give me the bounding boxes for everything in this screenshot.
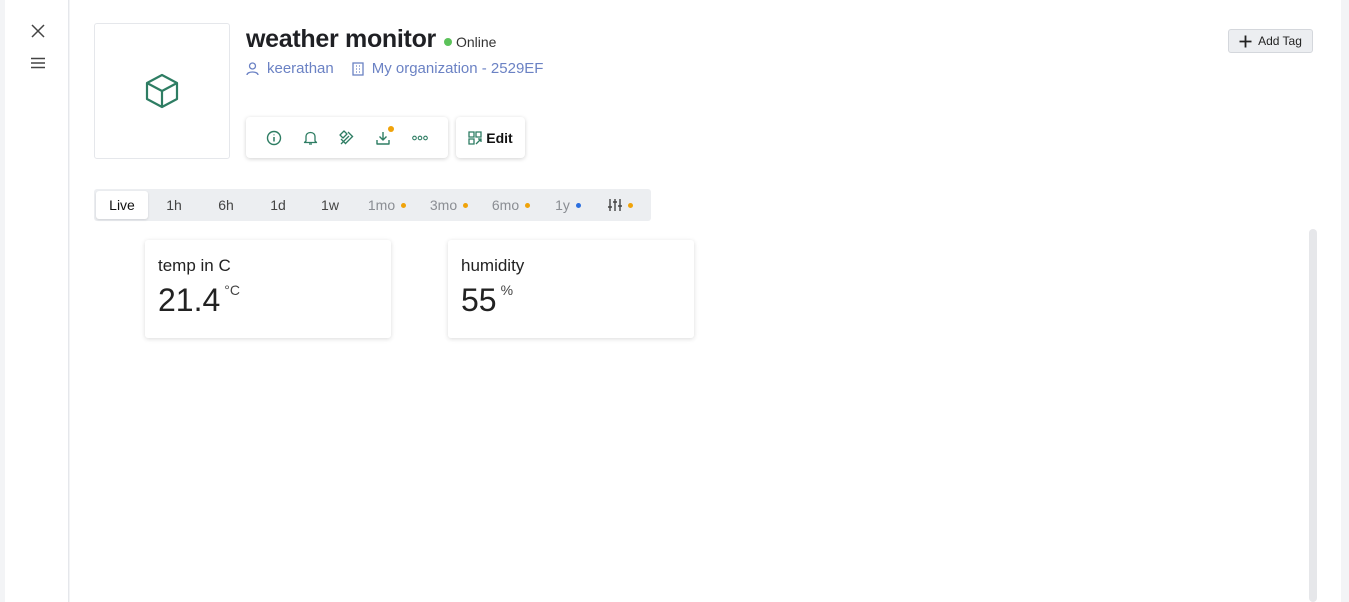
tab-live[interactable]: Live: [96, 191, 148, 219]
download-button[interactable]: [370, 125, 396, 151]
title-row: weather monitor Online: [246, 25, 496, 54]
tab-label: 1d: [270, 197, 286, 213]
tab-6h[interactable]: 6h: [200, 191, 252, 219]
widget-value: 21.4: [158, 282, 221, 318]
widget-card[interactable]: temp in C 21.4 °C: [145, 240, 391, 338]
organization-name: My organization - 2529EF: [371, 60, 544, 77]
status-label: Online: [455, 33, 497, 50]
widget-unit: %: [500, 282, 514, 298]
status-badge: Online: [443, 33, 497, 50]
tab-custom-range[interactable]: [594, 191, 646, 219]
time-range-selector: Live 1h 6h 1d 1w 1mo 3mo 6mo 1y: [94, 189, 651, 221]
user-icon: [246, 61, 259, 75]
download-badge: [388, 125, 395, 132]
cube-icon: [145, 73, 179, 109]
tab-dot: [627, 202, 633, 208]
info-button[interactable]: [261, 125, 287, 151]
device-actions: [246, 117, 448, 158]
tab-label: Live: [109, 197, 135, 213]
tab-label: 3mo: [429, 197, 458, 213]
tab-label: 1h: [166, 197, 182, 213]
close-icon[interactable]: [29, 22, 47, 40]
device-meta: keerathan My organization - 2529EF: [246, 60, 543, 77]
owner-link[interactable]: keerathan: [246, 60, 334, 77]
tab-1mo[interactable]: 1mo: [356, 191, 418, 219]
tab-label: 6mo: [491, 197, 520, 213]
left-rail: [5, 0, 69, 602]
tab-label: 1mo: [367, 197, 396, 213]
add-tag-label: Add Tag: [1258, 34, 1302, 48]
tab-3mo[interactable]: 3mo: [418, 191, 480, 219]
scrollbar[interactable]: [1309, 229, 1317, 602]
tools-icon: [339, 129, 354, 144]
sliders-icon: [607, 199, 622, 211]
widget-value: 55: [461, 282, 497, 318]
tab-1y[interactable]: 1y: [542, 191, 594, 219]
tab-dot: [575, 202, 581, 208]
tab-label: 1w: [321, 197, 339, 213]
info-icon: [266, 130, 282, 145]
device-title: weather monitor: [246, 25, 436, 53]
owner-name: keerathan: [267, 60, 334, 77]
device-panel: weather monitor Online keerathan My orga…: [70, 0, 1341, 602]
tab-dot: [525, 202, 531, 208]
more-icon: [411, 135, 428, 140]
widget-unit: °C: [224, 282, 240, 298]
online-dot: [443, 37, 452, 46]
dashboard-edit-icon: [468, 130, 482, 145]
widget-title: humidity: [461, 256, 525, 275]
widget-title: temp in C: [158, 256, 231, 275]
tab-label: 6h: [218, 197, 234, 213]
tab-label: 1y: [555, 197, 570, 213]
device-thumbnail: [94, 23, 230, 159]
tab-1h[interactable]: 1h: [148, 191, 200, 219]
bell-icon: [303, 131, 318, 145]
organization-link[interactable]: My organization - 2529EF: [352, 60, 544, 77]
alerts-button[interactable]: [298, 125, 324, 151]
edit-button[interactable]: Edit: [456, 117, 525, 158]
edit-label: Edit: [486, 129, 513, 146]
menu-icon[interactable]: [29, 54, 47, 72]
building-icon: [352, 61, 364, 76]
download-icon: [376, 131, 391, 145]
tab-1w[interactable]: 1w: [304, 191, 356, 219]
plus-icon: [1239, 35, 1252, 47]
tab-1d[interactable]: 1d: [252, 191, 304, 219]
tab-dot: [401, 202, 407, 208]
tab-6mo[interactable]: 6mo: [480, 191, 542, 219]
add-tag-button[interactable]: Add Tag: [1228, 29, 1313, 53]
widget-card[interactable]: humidity 55 %: [448, 240, 694, 338]
tab-dot: [463, 202, 469, 208]
tools-button[interactable]: [334, 125, 360, 151]
more-button[interactable]: [407, 125, 433, 151]
